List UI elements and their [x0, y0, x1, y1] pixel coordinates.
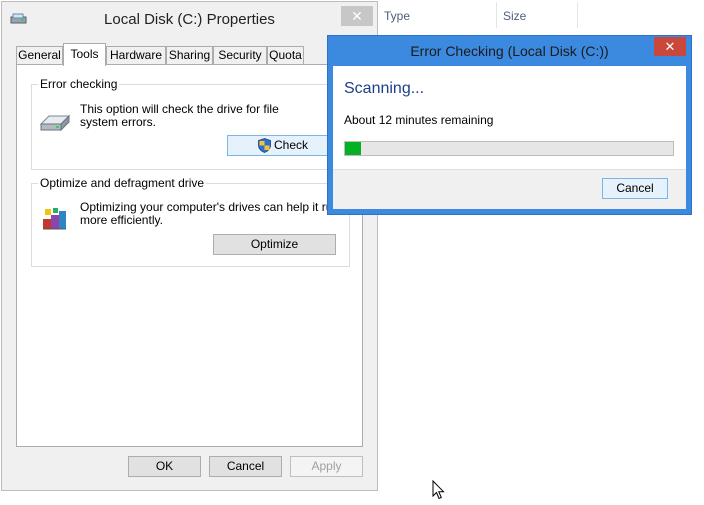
column-type[interactable]: Type [384, 9, 410, 23]
close-button[interactable]: ✕ [341, 6, 373, 26]
properties-title: Local Disk (C:) Properties [104, 11, 275, 28]
hard-drive-icon [39, 112, 71, 137]
explorer-column-header: Type Size [378, 0, 704, 32]
tab-hardware[interactable]: Hardware [106, 46, 166, 65]
scanning-status: Scanning... [344, 80, 425, 97]
uac-shield-icon [258, 138, 271, 159]
error-checking-group: Error checking This option will check th… [31, 77, 350, 170]
apply-button[interactable]: Apply [290, 456, 363, 477]
cancel-button[interactable]: Cancel [209, 456, 282, 477]
tab-tools[interactable]: Tools [63, 43, 106, 66]
optimize-group: Optimize and defragment drive Optimizing… [31, 176, 350, 267]
dialog-body: Scanning... About 12 minutes remaining C… [333, 66, 686, 209]
properties-window: Local Disk (C:) Properties ✕ General Too… [1, 1, 378, 491]
close-icon: ✕ [351, 8, 363, 24]
optimize-description: Optimizing your computer's drives can he… [80, 200, 340, 227]
progress-fill [345, 142, 361, 155]
scan-progress-bar [344, 141, 674, 156]
column-size[interactable]: Size [503, 9, 526, 23]
error-checking-dialog: Error Checking (Local Disk (C:)) ✕ Scann… [327, 35, 692, 215]
tab-sharing[interactable]: Sharing [166, 46, 213, 65]
optimize-button[interactable]: Optimize [213, 234, 336, 255]
ok-button[interactable]: OK [128, 456, 201, 477]
dialog-title: Error Checking (Local Disk (C:)) [410, 43, 609, 59]
tools-panel: Error checking This option will check th… [16, 64, 363, 447]
tab-general[interactable]: General [16, 46, 63, 65]
tab-quota[interactable]: Quota [267, 46, 304, 65]
error-checking-label: Error checking [38, 77, 120, 91]
column-divider [577, 2, 578, 28]
tab-security[interactable]: Security [213, 46, 267, 65]
error-checking-description: This option will check the drive for fil… [80, 102, 279, 129]
dialog-close-button[interactable]: ✕ [654, 37, 686, 56]
defrag-icon [41, 205, 69, 236]
check-button-label: Check [274, 138, 309, 152]
mouse-cursor-icon [432, 479, 446, 503]
optimize-label: Optimize and defragment drive [38, 176, 207, 190]
dialog-footer: Cancel [333, 169, 686, 209]
column-divider [496, 2, 497, 28]
dialog-cancel-button[interactable]: Cancel [602, 178, 668, 199]
time-remaining: About 12 minutes remaining [344, 113, 494, 127]
properties-titlebar[interactable]: Local Disk (C:) Properties ✕ [2, 2, 377, 35]
close-icon: ✕ [664, 39, 676, 54]
